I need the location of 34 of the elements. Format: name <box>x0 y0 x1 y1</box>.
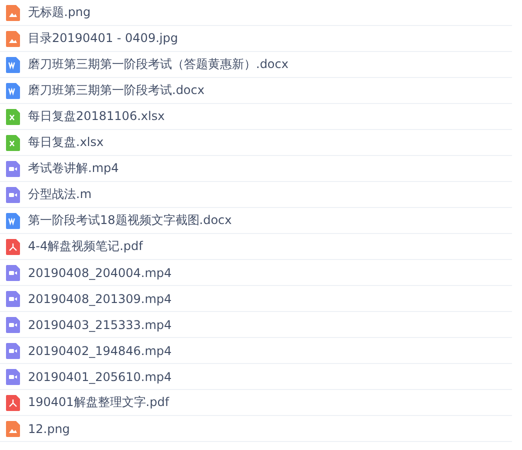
video-file-icon <box>6 342 20 358</box>
file-name[interactable]: 12.png <box>28 422 70 436</box>
video-file-icon <box>6 264 20 280</box>
file-name[interactable]: 无标题.png <box>28 4 91 21</box>
pdf-file-icon <box>6 238 20 254</box>
file-name[interactable]: 20190403_215333.mp4 <box>28 318 172 332</box>
video-file-icon <box>6 160 20 176</box>
file-name[interactable]: 每日复盘20181106.xlsx <box>28 108 165 125</box>
word-file-icon <box>6 82 20 98</box>
file-name[interactable]: 190401解盘整理文字.pdf <box>28 394 170 411</box>
word-file-icon <box>6 212 20 228</box>
file-name[interactable]: 20190401_205610.mp4 <box>28 370 172 384</box>
file-name[interactable]: 20190402_194846.mp4 <box>28 344 172 358</box>
file-name[interactable]: 4-4解盘视频笔记.pdf <box>28 238 143 255</box>
file-name[interactable]: 分型战法.m <box>28 186 92 203</box>
spreadsheet-file-icon <box>6 134 20 150</box>
file-name[interactable]: 每日复盘.xlsx <box>28 134 104 151</box>
image-file-icon <box>6 4 20 20</box>
file-name[interactable]: 目录20190401 - 0409.jpg <box>28 30 178 47</box>
file-name[interactable]: 磨刀班第三期第一阶段考试（答题黄惠新）.docx <box>28 56 288 73</box>
spreadsheet-file-icon <box>6 108 20 124</box>
video-file-icon <box>6 290 20 306</box>
file-name[interactable]: 20190408_201309.mp4 <box>28 292 172 306</box>
file-name[interactable]: 考试卷讲解.mp4 <box>28 160 119 177</box>
file-name[interactable]: 第一阶段考试18题视频文字截图.docx <box>28 212 232 229</box>
word-file-icon <box>6 56 20 72</box>
pdf-file-icon <box>6 394 20 410</box>
image-file-icon <box>6 420 20 436</box>
file-name[interactable]: 磨刀班第三期第一阶段考试.docx <box>28 82 204 99</box>
video-file-icon <box>6 368 20 384</box>
image-file-icon <box>6 30 20 46</box>
video-file-icon <box>6 316 20 332</box>
video-file-icon <box>6 186 20 202</box>
file-name[interactable]: 20190408_204004.mp4 <box>28 266 172 280</box>
